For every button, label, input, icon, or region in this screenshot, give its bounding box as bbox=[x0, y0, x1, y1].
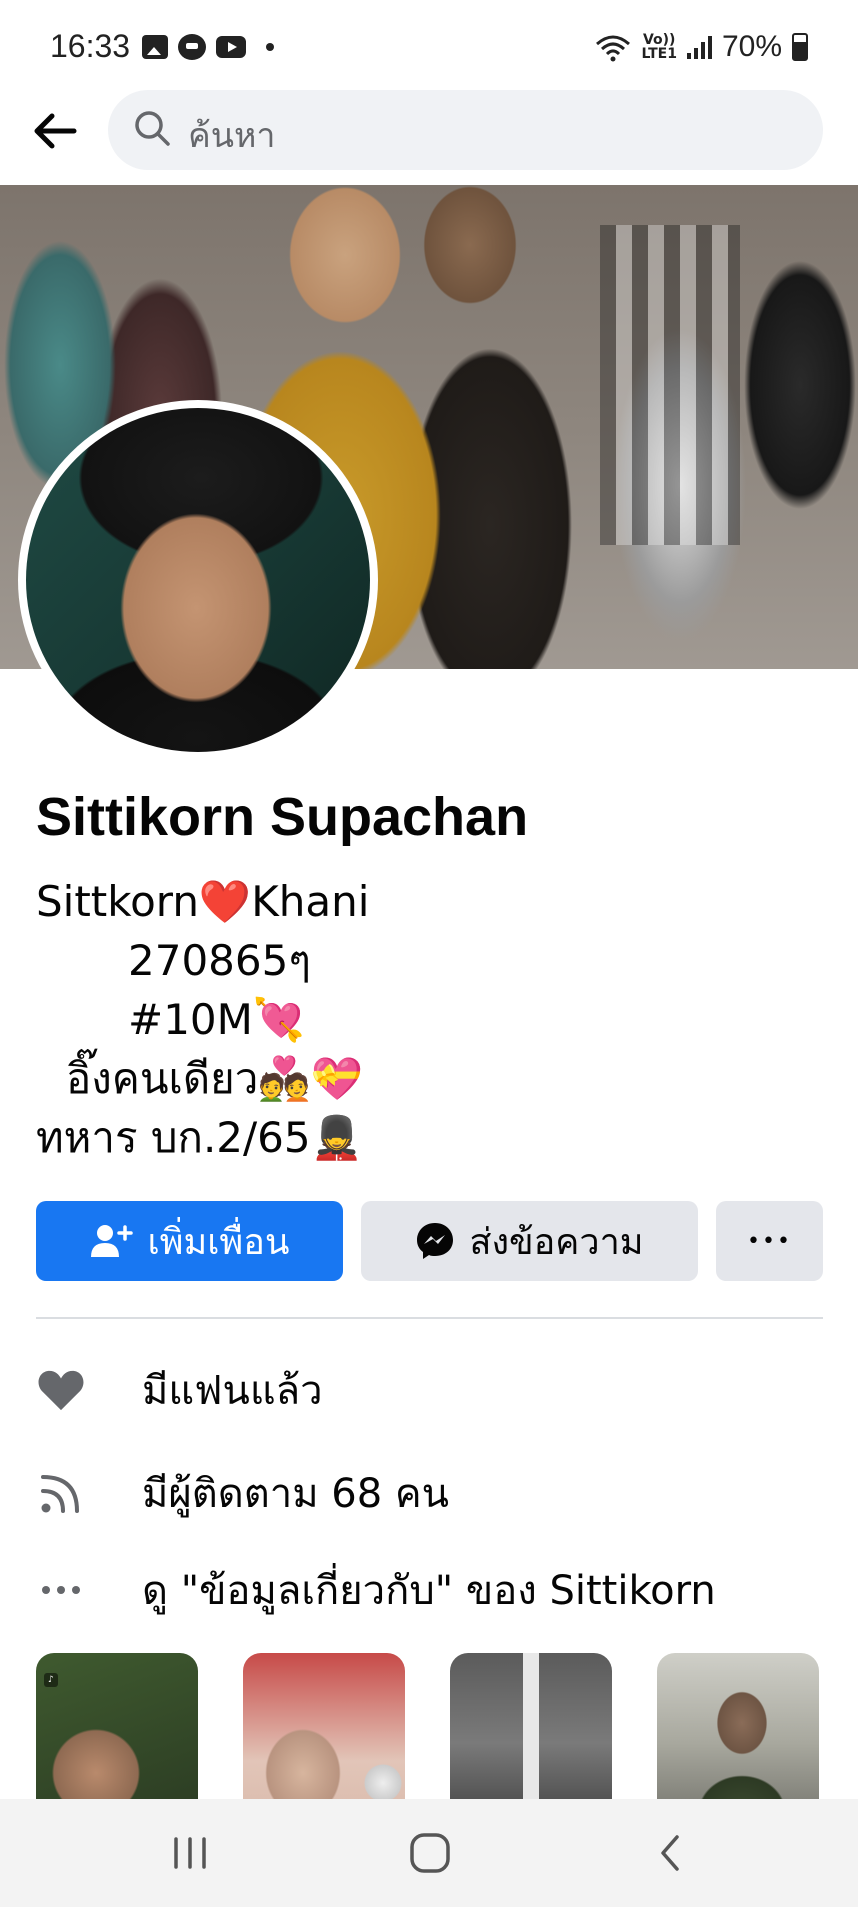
search-icon bbox=[132, 108, 172, 148]
system-nav-bar bbox=[0, 1799, 858, 1907]
tiktok-icon: ♪ bbox=[44, 1673, 58, 1687]
back-arrow-icon[interactable] bbox=[28, 104, 82, 158]
rss-feed-icon bbox=[36, 1468, 86, 1518]
search-input[interactable]: ค้นหา bbox=[108, 90, 823, 170]
message-label: ส่งข้อความ bbox=[469, 1221, 644, 1263]
search-placeholder: ค้นหา bbox=[188, 116, 276, 156]
message-button[interactable]: ส่งข้อความ bbox=[361, 1201, 698, 1281]
more-notifications-icon bbox=[266, 43, 274, 51]
more-dots-icon bbox=[36, 1565, 86, 1615]
bio-line: #10M💘 bbox=[128, 995, 306, 1044]
add-friend-icon bbox=[91, 1225, 134, 1257]
cover-photo-detail bbox=[600, 225, 740, 545]
battery-percent: 70% bbox=[721, 30, 782, 63]
recent-apps-icon[interactable] bbox=[160, 1823, 220, 1883]
system-icons: Vo)) LTE1 70% bbox=[595, 30, 808, 64]
featured-photo[interactable] bbox=[657, 1653, 819, 1799]
profile-avatar[interactable] bbox=[18, 400, 378, 760]
signal-icon bbox=[686, 35, 712, 59]
heart-icon bbox=[36, 1365, 86, 1415]
battery-icon bbox=[792, 33, 808, 61]
about-link: ดู "ข้อมูลเกี่ยวกับ" ของ Sittikorn bbox=[142, 1568, 716, 1614]
relationship-row: มีแฟนแล้ว bbox=[36, 1360, 323, 1420]
notification-icons bbox=[142, 34, 274, 60]
line-icon bbox=[178, 34, 206, 60]
featured-photo[interactable]: ♪ bbox=[36, 1653, 198, 1799]
status-bar: 16:33 Vo)) LTE1 70% bbox=[0, 0, 858, 90]
featured-photos: ♪ bbox=[36, 1653, 823, 1799]
more-icon: ••• bbox=[747, 1228, 792, 1254]
wifi-icon bbox=[595, 34, 631, 62]
featured-photo[interactable] bbox=[243, 1653, 405, 1799]
network-indicator: Vo)) LTE1 bbox=[641, 32, 677, 62]
profile-name: Sittikorn Supachan bbox=[36, 787, 529, 847]
bio-line: Sittkorn❤️Khani bbox=[36, 877, 370, 926]
followers-text: มีผู้ติดตาม 68 คน bbox=[142, 1471, 449, 1517]
followers-row[interactable]: มีผู้ติดตาม 68 คน bbox=[36, 1463, 449, 1523]
bio-line: อิ๊งคนเดียว💑💝 bbox=[66, 1054, 363, 1103]
status-time: 16:33 bbox=[50, 28, 131, 64]
home-icon[interactable] bbox=[400, 1823, 460, 1883]
more-options-button[interactable]: ••• bbox=[716, 1201, 823, 1281]
featured-photo[interactable] bbox=[450, 1653, 612, 1799]
avatar-image bbox=[26, 408, 370, 752]
gallery-icon bbox=[142, 35, 168, 59]
profile-bio: Sittkorn❤️Khani 270865ๆ #10M💘 อิ๊งคนเดีย… bbox=[36, 872, 816, 1167]
add-friend-label: เพิ่มเพื่อน bbox=[147, 1221, 290, 1263]
bio-line: ทหาร บก.2/65💂 bbox=[36, 1113, 363, 1162]
back-nav-icon[interactable] bbox=[640, 1823, 700, 1883]
relationship-text: มีแฟนแล้ว bbox=[142, 1368, 323, 1414]
bio-line: 270865ๆ bbox=[128, 936, 311, 985]
search-header: ค้นหา bbox=[0, 90, 858, 185]
youtube-icon bbox=[216, 36, 246, 58]
messenger-icon bbox=[417, 1223, 454, 1259]
divider bbox=[36, 1317, 823, 1319]
add-friend-button[interactable]: เพิ่มเพื่อน bbox=[36, 1201, 343, 1281]
about-row[interactable]: ดู "ข้อมูลเกี่ยวกับ" ของ Sittikorn bbox=[36, 1560, 716, 1620]
